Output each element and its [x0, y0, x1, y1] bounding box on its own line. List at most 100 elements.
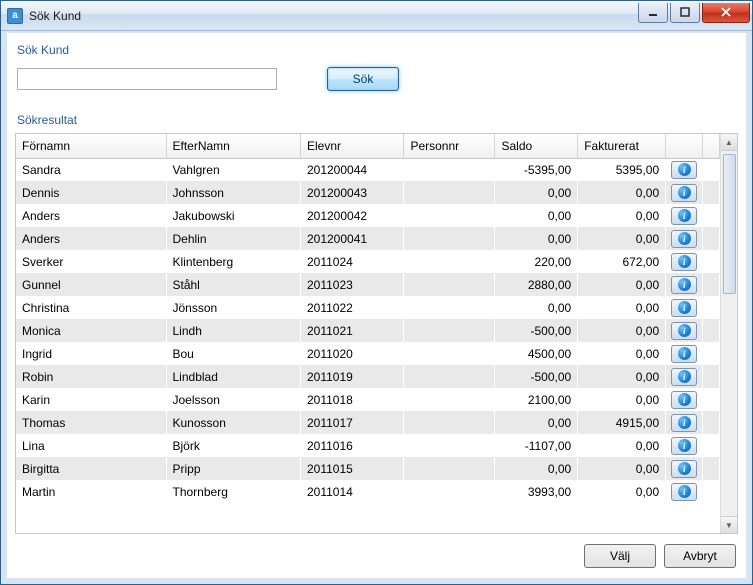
cell-personnr: [404, 250, 495, 273]
cell-spacer: [703, 457, 720, 480]
info-icon: i: [678, 186, 691, 199]
search-input[interactable]: [17, 68, 277, 90]
cell-personnr: [404, 434, 495, 457]
col-saldo[interactable]: Saldo: [495, 134, 578, 158]
table-row[interactable]: AndersDehlin2012000410,000,00i: [16, 227, 720, 250]
cell-elevnr: 2011022: [300, 296, 403, 319]
cell-fakturerat: 672,00: [578, 250, 666, 273]
titlebar[interactable]: a Sök Kund: [1, 1, 752, 31]
info-icon: i: [678, 370, 691, 383]
table-row[interactable]: GunnelStåhl20110232880,000,00i: [16, 273, 720, 296]
info-button[interactable]: i: [671, 460, 697, 478]
cell-personnr: [404, 204, 495, 227]
results-table: Förnamn EfterNamn Elevnr Personnr Saldo …: [16, 134, 720, 503]
cell-efternamn: Bou: [166, 342, 300, 365]
table-row[interactable]: IngridBou20110204500,000,00i: [16, 342, 720, 365]
info-button[interactable]: i: [671, 253, 697, 271]
search-row: Sök: [15, 63, 738, 109]
window: a Sök Kund Sök Kund Sök Sökresultat: [0, 0, 753, 585]
maximize-icon: [680, 7, 690, 17]
scroll-down-button[interactable]: ▼: [721, 516, 737, 533]
info-icon: i: [678, 324, 691, 337]
info-icon: i: [678, 462, 691, 475]
cell-spacer: [703, 204, 720, 227]
dialog-footer: Välj Avbryt: [15, 534, 738, 570]
table-row[interactable]: SandraVahlgren201200044-5395,005395,00i: [16, 158, 720, 181]
cell-efternamn: Pripp: [166, 457, 300, 480]
cell-personnr: [404, 480, 495, 503]
cell-fornamn: Dennis: [16, 181, 166, 204]
cell-saldo: 0,00: [495, 204, 578, 227]
table-row[interactable]: SverkerKlintenberg2011024220,00672,00i: [16, 250, 720, 273]
info-button[interactable]: i: [671, 276, 697, 294]
col-info[interactable]: [666, 134, 703, 158]
cell-saldo: -1107,00: [495, 434, 578, 457]
info-button[interactable]: i: [671, 207, 697, 225]
cell-elevnr: 2011021: [300, 319, 403, 342]
scroll-thumb[interactable]: [723, 154, 736, 294]
info-button[interactable]: i: [671, 368, 697, 386]
cell-elevnr: 2011019: [300, 365, 403, 388]
table-row[interactable]: RobinLindblad2011019-500,000,00i: [16, 365, 720, 388]
col-efternamn[interactable]: EfterNamn: [166, 134, 300, 158]
cell-spacer: [703, 319, 720, 342]
col-fakturerat[interactable]: Fakturerat: [578, 134, 666, 158]
search-button[interactable]: Sök: [327, 67, 399, 91]
cell-efternamn: Lindh: [166, 319, 300, 342]
cell-fakturerat: 0,00: [578, 342, 666, 365]
info-button[interactable]: i: [671, 345, 697, 363]
info-icon: i: [678, 485, 691, 498]
close-button[interactable]: [702, 3, 750, 23]
minimize-button[interactable]: [638, 3, 668, 23]
cell-spacer: [703, 434, 720, 457]
table-row[interactable]: ChristinaJönsson20110220,000,00i: [16, 296, 720, 319]
table-row[interactable]: BirgittaPripp20110150,000,00i: [16, 457, 720, 480]
table-row[interactable]: AndersJakubowski2012000420,000,00i: [16, 204, 720, 227]
table-row[interactable]: KarinJoelsson20110182100,000,00i: [16, 388, 720, 411]
window-controls: [636, 3, 750, 23]
info-button[interactable]: i: [671, 161, 697, 179]
cell-elevnr: 201200044: [300, 158, 403, 181]
table-row[interactable]: DennisJohnsson2012000430,000,00i: [16, 181, 720, 204]
cell-fakturerat: 0,00: [578, 457, 666, 480]
col-fornamn[interactable]: Förnamn: [16, 134, 166, 158]
cell-fakturerat: 0,00: [578, 227, 666, 250]
cell-info: i: [666, 411, 703, 434]
info-button[interactable]: i: [671, 184, 697, 202]
select-button[interactable]: Välj: [584, 544, 656, 568]
cell-elevnr: 2011015: [300, 457, 403, 480]
cell-efternamn: Björk: [166, 434, 300, 457]
scroll-up-button[interactable]: ▲: [721, 134, 737, 151]
info-button[interactable]: i: [671, 391, 697, 409]
cell-efternamn: Thornberg: [166, 480, 300, 503]
cell-personnr: [404, 273, 495, 296]
col-personnr[interactable]: Personnr: [404, 134, 495, 158]
cell-spacer: [703, 250, 720, 273]
info-button[interactable]: i: [671, 299, 697, 317]
vertical-scrollbar[interactable]: ▲ ▼: [720, 134, 737, 533]
cell-spacer: [703, 388, 720, 411]
cell-spacer: [703, 365, 720, 388]
col-elevnr[interactable]: Elevnr: [300, 134, 403, 158]
cell-fakturerat: 0,00: [578, 273, 666, 296]
cell-spacer: [703, 342, 720, 365]
info-button[interactable]: i: [671, 230, 697, 248]
cell-fakturerat: 0,00: [578, 204, 666, 227]
cell-saldo: 0,00: [495, 181, 578, 204]
cancel-button[interactable]: Avbryt: [664, 544, 736, 568]
cell-efternamn: Johnsson: [166, 181, 300, 204]
cell-info: i: [666, 342, 703, 365]
window-title: Sök Kund: [29, 9, 636, 23]
cell-personnr: [404, 227, 495, 250]
info-button[interactable]: i: [671, 437, 697, 455]
table-row[interactable]: MartinThornberg20110143993,000,00i: [16, 480, 720, 503]
cell-spacer: [703, 411, 720, 434]
cell-fakturerat: 0,00: [578, 434, 666, 457]
info-button[interactable]: i: [671, 414, 697, 432]
table-row[interactable]: LinaBjörk2011016-1107,000,00i: [16, 434, 720, 457]
maximize-button[interactable]: [670, 3, 700, 23]
info-button[interactable]: i: [671, 483, 697, 501]
table-row[interactable]: MonicaLindh2011021-500,000,00i: [16, 319, 720, 342]
table-row[interactable]: ThomasKunosson20110170,004915,00i: [16, 411, 720, 434]
info-button[interactable]: i: [671, 322, 697, 340]
